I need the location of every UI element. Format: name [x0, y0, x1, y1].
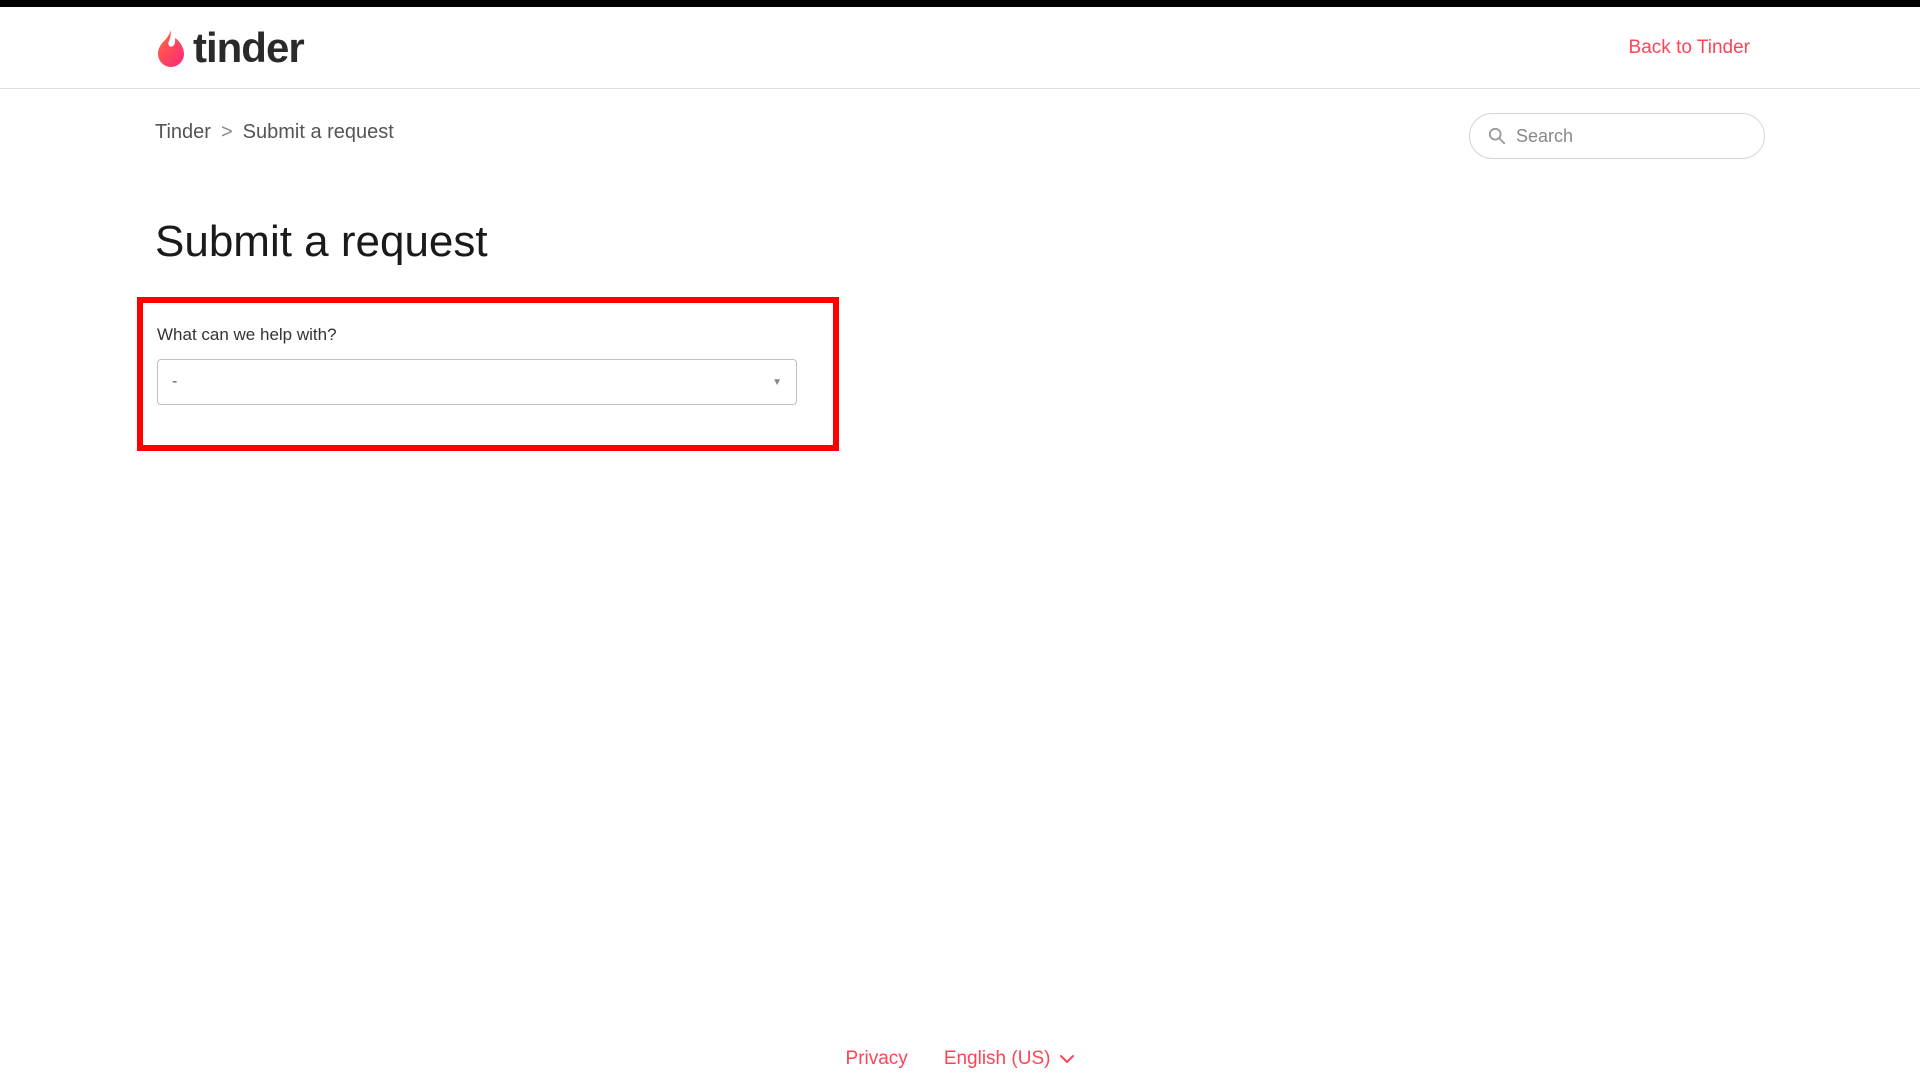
search-icon — [1488, 127, 1506, 145]
back-to-tinder-link[interactable]: Back to Tinder — [1629, 37, 1750, 59]
logo[interactable]: tinder — [155, 24, 304, 72]
form-highlighted-section: What can we help with? - ▼ — [137, 297, 839, 451]
dropdown-selected-value: - — [172, 373, 177, 391]
breadcrumb-root-link[interactable]: Tinder — [155, 121, 211, 144]
privacy-link[interactable]: Privacy — [846, 1048, 908, 1070]
breadcrumb-current: Submit a request — [243, 121, 394, 144]
search-box[interactable] — [1469, 113, 1765, 159]
main-content: Submit a request What can we help with? … — [0, 217, 1920, 451]
breadcrumb: Tinder > Submit a request — [155, 121, 394, 144]
breadcrumb-separator: > — [221, 121, 233, 144]
page-title: Submit a request — [155, 217, 1765, 267]
logo-text: tinder — [193, 24, 304, 72]
top-black-bar — [0, 0, 1920, 7]
form-label: What can we help with? — [157, 325, 803, 345]
language-label: English (US) — [944, 1048, 1051, 1070]
language-selector[interactable]: English (US) — [944, 1048, 1075, 1070]
chevron-down-icon — [1060, 1054, 1074, 1064]
footer: Privacy English (US) — [0, 1048, 1920, 1080]
content-top-row: Tinder > Submit a request — [0, 89, 1920, 159]
chevron-down-icon: ▼ — [772, 377, 782, 388]
header: tinder Back to Tinder — [0, 7, 1920, 89]
search-input[interactable] — [1516, 126, 1748, 147]
help-topic-dropdown[interactable]: - ▼ — [157, 359, 797, 405]
flame-icon — [155, 28, 187, 68]
